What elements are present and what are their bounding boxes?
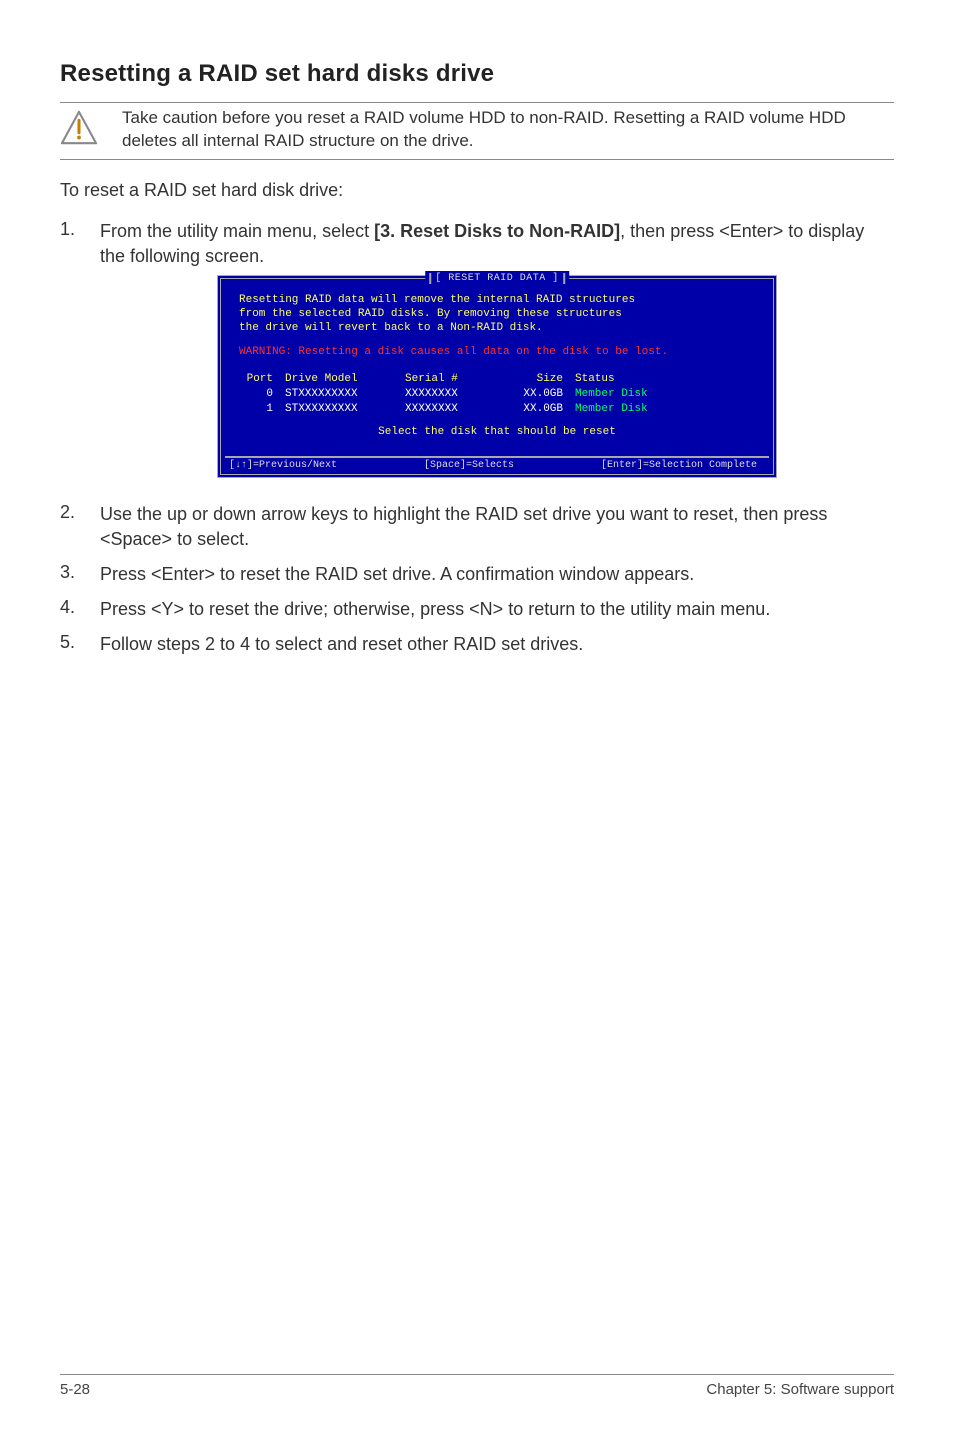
step-text-pre: From the utility main menu, select (100, 221, 374, 241)
caution-text: Take caution before you reset a RAID vol… (122, 107, 894, 153)
cell-serial: XXXXXXXX (399, 402, 499, 417)
table-row: 1 STXXXXXXXXX XXXXXXXX XX.0GB Member Dis… (239, 402, 755, 417)
step-4: 4. Press <Y> to reset the drive; otherwi… (60, 597, 894, 622)
table-row: 0 STXXXXXXXXX XXXXXXXX XX.0GB Member Dis… (239, 387, 755, 402)
chapter-label: Chapter 5: Software support (706, 1381, 894, 1398)
step-body: Press <Y> to reset the drive; otherwise,… (100, 597, 894, 622)
intro-text: To reset a RAID set hard disk drive: (60, 180, 894, 201)
step-number: 2. (60, 502, 100, 552)
step-body: Press <Enter> to reset the RAID set driv… (100, 562, 894, 587)
step-1: 1. From the utility main menu, select [3… (60, 219, 894, 492)
step-number: 4. (60, 597, 100, 622)
page-footer: 5-28 Chapter 5: Software support (60, 1374, 894, 1398)
col-model-header: Drive Model (279, 372, 399, 387)
col-serial-header: Serial # (399, 372, 499, 387)
col-status-header: Status (569, 372, 755, 387)
bios-screen: [ RESET RAID DATA ] Resetting RAID data … (217, 275, 777, 479)
cell-port: 0 (239, 387, 279, 402)
step-body: Follow steps 2 to 4 to select and reset … (100, 632, 894, 657)
bios-footer-select: [Space]=Selects (424, 459, 514, 473)
cell-size: XX.0GB (499, 387, 569, 402)
bios-select-prompt: Select the disk that should be reset (239, 425, 755, 440)
caution-box: Take caution before you reset a RAID vol… (60, 102, 894, 160)
cell-serial: XXXXXXXX (399, 387, 499, 402)
table-header-row: Port Drive Model Serial # Size Status (239, 372, 755, 387)
cell-port: 1 (239, 402, 279, 417)
col-port-header: Port (239, 372, 279, 387)
cell-model: STXXXXXXXXX (279, 387, 399, 402)
reset-disks-menu-label: [3. Reset Disks to Non-RAID] (374, 221, 620, 241)
step-2: 2. Use the up or down arrow keys to high… (60, 502, 894, 552)
cell-size: XX.0GB (499, 402, 569, 417)
step-body: From the utility main menu, select [3. R… (100, 219, 894, 492)
cell-status: Member Disk (569, 387, 755, 402)
bios-screenshot: [ RESET RAID DATA ] Resetting RAID data … (100, 275, 894, 479)
bios-warning: WARNING: Resetting a disk causes all dat… (239, 345, 755, 359)
bios-footer: [↓↑]=Previous/Next [Space]=Selects [Ente… (225, 456, 769, 474)
step-3: 3. Press <Enter> to reset the RAID set d… (60, 562, 894, 587)
col-size-header: Size (499, 372, 569, 387)
step-list: 1. From the utility main menu, select [3… (60, 219, 894, 656)
cell-status: Member Disk (569, 402, 755, 417)
step-number: 1. (60, 219, 100, 492)
caution-icon (60, 109, 98, 147)
bios-disk-table: Port Drive Model Serial # Size Status 0 … (239, 372, 755, 418)
step-body: Use the up or down arrow keys to highlig… (100, 502, 894, 552)
page-heading: Resetting a RAID set hard disks drive (60, 60, 894, 88)
step-number: 5. (60, 632, 100, 657)
bios-footer-nav: [↓↑]=Previous/Next (229, 459, 337, 473)
step-number: 3. (60, 562, 100, 587)
page-number: 5-28 (60, 1381, 90, 1398)
cell-model: STXXXXXXXXX (279, 402, 399, 417)
bios-titlebar: [ RESET RAID DATA ] (425, 271, 569, 286)
bios-footer-complete: [Enter]=Selection Complete (601, 459, 757, 473)
bios-title: [ RESET RAID DATA ] (429, 273, 565, 284)
bios-description: Resetting RAID data will remove the inte… (239, 293, 755, 336)
step-5: 5. Follow steps 2 to 4 to select and res… (60, 632, 894, 657)
